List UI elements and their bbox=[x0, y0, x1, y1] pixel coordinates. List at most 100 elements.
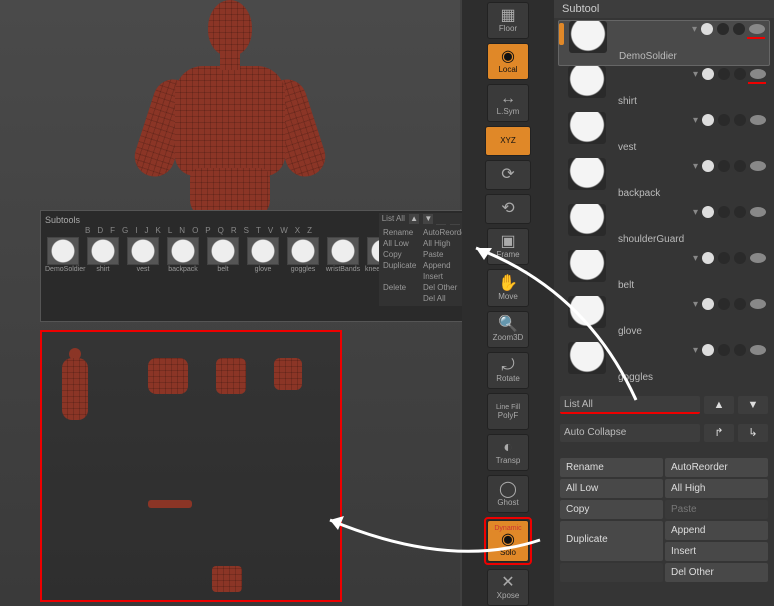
grid-icon: ▦ bbox=[500, 8, 515, 24]
eye-icon bbox=[750, 115, 766, 125]
popup-item-wristBands[interactable]: wristBands bbox=[325, 237, 361, 273]
subtool-thumb bbox=[568, 112, 606, 144]
part-shirt bbox=[148, 358, 188, 394]
paste-button: Paste bbox=[665, 500, 768, 519]
frame-button[interactable]: ▣Frame bbox=[487, 228, 529, 265]
refresh-icon: ⟳ bbox=[501, 167, 514, 183]
rotate-icon: ⤾ bbox=[501, 358, 514, 374]
insert-button[interactable]: Insert bbox=[665, 542, 768, 561]
del-other-button[interactable]: Del Other bbox=[665, 563, 768, 582]
eye-icon bbox=[750, 299, 766, 309]
sym-icon: ↔ bbox=[500, 91, 516, 107]
polyf-button[interactable]: Line FillPolyF bbox=[487, 393, 529, 430]
popup-item-vest[interactable]: vest bbox=[125, 237, 161, 273]
popup-item-glove[interactable]: glove bbox=[245, 237, 281, 273]
subtool-row-goggles[interactable]: ▾ goggles bbox=[558, 342, 770, 388]
subtool-thumb bbox=[568, 204, 606, 236]
transp-button[interactable]: ◐Transp bbox=[487, 434, 529, 471]
subtool-row-shirt[interactable]: ▾ shirt bbox=[558, 66, 770, 112]
local-icon: ◉ bbox=[501, 49, 515, 65]
all-high-button[interactable]: All High bbox=[665, 479, 768, 498]
zoom3d-button[interactable]: 🔍Zoom3D bbox=[487, 311, 529, 348]
subtool-label: DemoSoldier bbox=[619, 51, 677, 62]
subtool-label: glove bbox=[618, 326, 642, 337]
ghost-button[interactable]: ◯Ghost bbox=[487, 475, 529, 512]
popup-title: Subtools bbox=[45, 215, 80, 225]
solo-button[interactable]: Dynamic◉Solo bbox=[487, 520, 529, 562]
cycle-button[interactable]: ⟲ bbox=[485, 194, 531, 224]
refresh-button[interactable]: ⟳ bbox=[485, 160, 531, 190]
xpose-button[interactable]: ✕Xpose bbox=[487, 569, 529, 606]
popup-item-shirt[interactable]: shirt bbox=[85, 237, 121, 273]
arrow-2-button[interactable]: ↳ bbox=[738, 424, 768, 442]
cycle-icon: ⟲ bbox=[501, 201, 514, 217]
append-button[interactable]: Append bbox=[665, 521, 768, 540]
eye-icon bbox=[750, 207, 766, 217]
eye-icon bbox=[750, 69, 766, 79]
visibility-toggles[interactable]: ▾ bbox=[693, 206, 766, 218]
subtool-row-DemoSoldier[interactable]: ▾ DemoSoldier bbox=[558, 20, 770, 66]
subtool-label: belt bbox=[618, 280, 634, 291]
hand-icon: ✋ bbox=[498, 276, 518, 292]
arrow-up-icon[interactable]: ▲ bbox=[409, 214, 419, 224]
arrow-1-button[interactable]: ↱ bbox=[704, 424, 734, 442]
part-body bbox=[62, 358, 88, 420]
subtool-popup: Subtools BDFGIJKLNOPQRSTVWXZ DemoSoldier… bbox=[40, 210, 466, 322]
eye-icon bbox=[750, 345, 766, 355]
ghost-icon: ◯ bbox=[499, 482, 517, 498]
visibility-toggles[interactable]: ▾ bbox=[693, 252, 766, 264]
subtool-thumb bbox=[568, 342, 606, 374]
subtool-thumb bbox=[568, 158, 606, 190]
visibility-toggles[interactable]: ▾ bbox=[693, 298, 766, 310]
subtool-thumb bbox=[568, 66, 606, 98]
part-vest bbox=[216, 358, 246, 394]
subtool-row-backpack[interactable]: ▾ backpack bbox=[558, 158, 770, 204]
visibility-toggles[interactable]: ▾ bbox=[692, 23, 765, 35]
subtool-label: backpack bbox=[618, 188, 660, 199]
subtool-panel: Subtool ▾ DemoSoldier ▾ shirt ▾ vest ▾ bbox=[554, 0, 774, 606]
floor-button[interactable]: ▦Floor bbox=[487, 2, 529, 39]
right-toolbar: ▦Floor ◉Local ↔L.Sym XYZ ⟳ ⟲ ▣Frame ✋Mov… bbox=[462, 0, 554, 606]
subtool-thumb bbox=[568, 250, 606, 282]
panel-title[interactable]: Subtool bbox=[554, 0, 774, 18]
move-up-button[interactable]: ▲ bbox=[704, 396, 734, 414]
subtool-label: shirt bbox=[618, 96, 637, 107]
subtool-thumb bbox=[568, 296, 606, 328]
visibility-toggles[interactable]: ▾ bbox=[693, 344, 766, 356]
move-down-button[interactable]: ▼ bbox=[738, 396, 768, 414]
popup-item-backpack[interactable]: backpack bbox=[165, 237, 201, 273]
visibility-toggles[interactable]: ▾ bbox=[693, 160, 766, 172]
lsym-button[interactable]: ↔L.Sym bbox=[487, 84, 529, 121]
rotate-button[interactable]: ⤾Rotate bbox=[487, 352, 529, 389]
auto-collapse-button[interactable]: Auto Collapse bbox=[560, 424, 700, 442]
subtool-row-glove[interactable]: ▾ glove bbox=[558, 296, 770, 342]
popup-item-DemoSoldier[interactable]: DemoSoldier bbox=[45, 237, 81, 273]
subtool-label: vest bbox=[618, 142, 636, 153]
autoreorder-button[interactable]: AutoReorder bbox=[665, 458, 768, 477]
xyz-button[interactable]: XYZ bbox=[485, 126, 531, 156]
solo-icon: ◉ bbox=[501, 532, 515, 548]
list-all-button[interactable]: List All bbox=[560, 396, 700, 414]
zoom-icon: 🔍 bbox=[498, 317, 518, 333]
transp-icon: ◐ bbox=[503, 440, 513, 456]
visibility-toggles[interactable]: ▾ bbox=[693, 114, 766, 126]
subtool-row-shoulderGuard[interactable]: ▾ shoulderGuard bbox=[558, 204, 770, 250]
local-button[interactable]: ◉Local bbox=[487, 43, 529, 80]
arrow-down-icon[interactable]: ▼ bbox=[423, 214, 433, 224]
copy-button[interactable]: Copy bbox=[560, 500, 663, 519]
rename-button[interactable]: Rename bbox=[560, 458, 663, 477]
subtool-row-belt[interactable]: ▾ belt bbox=[558, 250, 770, 296]
popup-item-goggles[interactable]: goggles bbox=[285, 237, 321, 273]
move-button[interactable]: ✋Move bbox=[487, 269, 529, 306]
subtool-row-vest[interactable]: ▾ vest bbox=[558, 112, 770, 158]
visibility-toggles[interactable]: ▾ bbox=[693, 68, 766, 80]
subtool-thumb bbox=[569, 21, 607, 53]
subtool-label: shoulderGuard bbox=[618, 234, 684, 245]
frame-icon: ▣ bbox=[500, 234, 515, 250]
popup-list-all[interactable]: List All bbox=[382, 214, 405, 223]
popup-item-belt[interactable]: belt bbox=[205, 237, 241, 273]
all-low-button[interactable]: All Low bbox=[560, 479, 663, 498]
subtool-label: goggles bbox=[618, 372, 653, 383]
eye-icon bbox=[749, 24, 765, 34]
duplicate-button[interactable]: Duplicate bbox=[560, 521, 663, 561]
